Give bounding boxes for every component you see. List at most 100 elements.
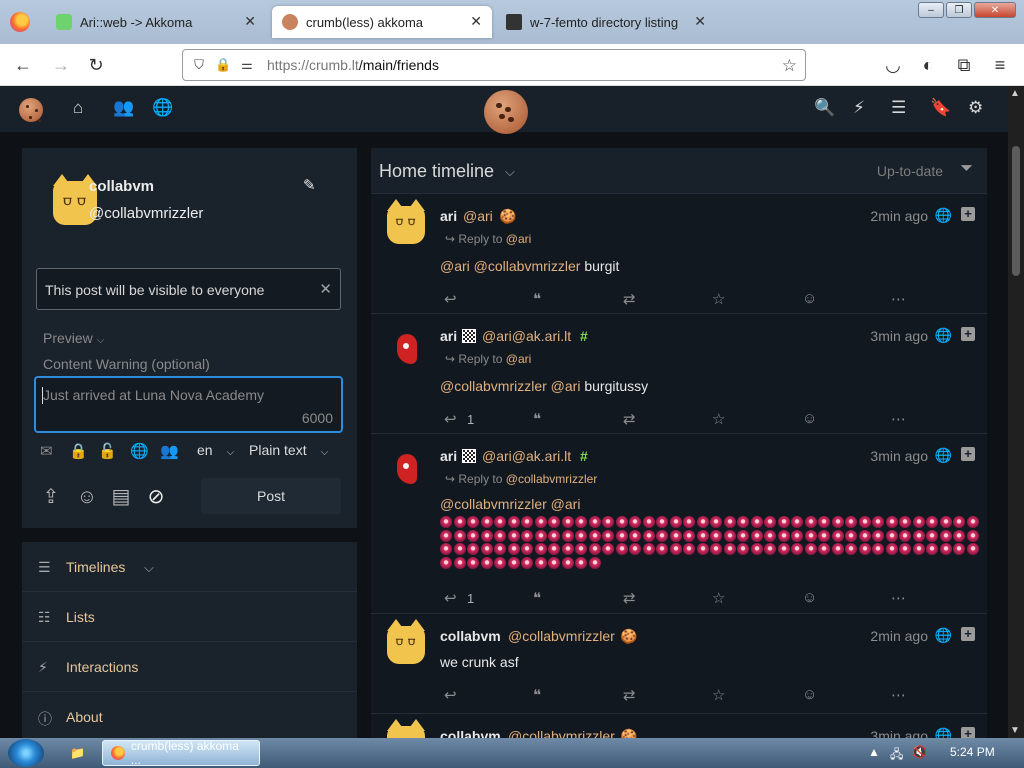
- local-scope-icon[interactable]: 👥: [160, 442, 179, 460]
- scroll-down-icon[interactable]: ▼: [1010, 725, 1020, 736]
- post-author-name[interactable]: ari: [440, 328, 457, 344]
- menu-item-timelines[interactable]: ☰ Timelines ⌵: [22, 542, 357, 592]
- preview-toggle[interactable]: Preview ⌵: [43, 330, 104, 346]
- page-scrollbar[interactable]: ▲ ▼: [1008, 86, 1024, 738]
- chevron-down-icon[interactable]: ⌵: [144, 560, 154, 576]
- post-author-handle[interactable]: @ari@ak.ari.lt: [482, 448, 571, 464]
- explorer-folder-icon[interactable]: 📁: [62, 740, 93, 766]
- forward-icon[interactable]: →: [50, 54, 72, 76]
- menu-item-about[interactable]: ⓘ About: [22, 692, 357, 738]
- react-icon[interactable]: ☺: [802, 410, 817, 427]
- reload-icon[interactable]: ↻: [85, 54, 107, 76]
- react-icon[interactable]: ☺: [802, 686, 817, 703]
- permissions-icon[interactable]: ⚌: [239, 57, 255, 73]
- tab-close-icon[interactable]: ✕: [470, 13, 482, 30]
- tab-close-icon[interactable]: ✕: [244, 13, 256, 30]
- home-icon[interactable]: ⌂: [73, 98, 83, 118]
- language-select[interactable]: en ⌵: [197, 442, 234, 458]
- post-author-name[interactable]: ari: [440, 208, 457, 224]
- post-author-handle[interactable]: @ari: [463, 208, 493, 224]
- search-icon[interactable]: 🔍: [814, 98, 835, 118]
- repeat-icon[interactable]: ⇄: [623, 589, 636, 607]
- extensions-icon[interactable]: ⧉: [953, 54, 975, 76]
- post-author-handle[interactable]: @ari@ak.ari.lt: [482, 328, 571, 344]
- tab-directory-listing[interactable]: w-7-femto directory listing ✕: [496, 6, 716, 38]
- post-author-name[interactable]: collabvm: [440, 728, 501, 738]
- post-time[interactable]: 3min ago: [870, 328, 928, 344]
- sensitive-eye-slash-icon[interactable]: ⊘: [143, 484, 169, 510]
- windows-start-icon[interactable]: [8, 739, 44, 767]
- expand-icon[interactable]: +: [961, 207, 975, 221]
- expand-icon[interactable]: +: [961, 627, 975, 641]
- post-time[interactable]: 3min ago: [870, 448, 928, 464]
- site-logo-icon[interactable]: [484, 90, 528, 134]
- menu-icon[interactable]: ≡: [989, 54, 1011, 76]
- post-time[interactable]: 2min ago: [870, 208, 928, 224]
- pocket-icon[interactable]: ◡: [882, 54, 904, 76]
- more-icon[interactable]: ⋯: [891, 410, 906, 428]
- back-icon[interactable]: ←: [12, 54, 34, 76]
- post-time[interactable]: 2min ago: [870, 628, 928, 644]
- unlisted-scope-icon[interactable]: 🔓: [98, 442, 117, 460]
- emoji-icon[interactable]: ☺: [74, 484, 100, 510]
- tab-crumbless-akkoma[interactable]: crumb(less) akkoma ✕: [272, 6, 492, 38]
- profile-handle[interactable]: @collabvmrizzler: [89, 205, 203, 222]
- tray-expand-icon[interactable]: ▲: [868, 745, 880, 759]
- reply-icon[interactable]: ↩: [444, 410, 457, 428]
- taskbar-firefox-item[interactable]: crumb(less) akkoma ...: [102, 739, 260, 767]
- private-scope-icon[interactable]: 🔒: [69, 442, 88, 460]
- avatar[interactable]: ⩌ ⩌: [387, 199, 425, 244]
- profile-name[interactable]: collabvm: [89, 178, 154, 195]
- timeline-title[interactable]: Home timeline: [379, 161, 494, 182]
- bookmark-star-icon[interactable]: ☆: [782, 56, 797, 76]
- dismiss-icon[interactable]: ✕: [319, 280, 332, 298]
- react-icon[interactable]: ☺: [802, 290, 817, 307]
- url-bar[interactable]: ⛉ 🔒 ⚌ https://crumb.lt/main/friends ☆: [182, 49, 806, 81]
- volume-muted-icon[interactable]: 🔇: [912, 745, 927, 759]
- expand-icon[interactable]: +: [961, 727, 975, 738]
- reply-icon[interactable]: ↩: [444, 686, 457, 704]
- favorite-icon[interactable]: ☆: [712, 589, 725, 607]
- favorite-icon[interactable]: ☆: [712, 686, 725, 704]
- repeat-icon[interactable]: ⇄: [623, 290, 636, 308]
- post-author-name[interactable]: collabvm: [440, 628, 501, 644]
- react-icon[interactable]: ☺: [802, 589, 817, 606]
- favorite-icon[interactable]: ☆: [712, 290, 725, 308]
- scroll-up-icon[interactable]: ▲: [1010, 88, 1020, 99]
- repeat-icon[interactable]: ⇄: [623, 686, 636, 704]
- clock[interactable]: 5:24 PM: [950, 745, 995, 759]
- avatar[interactable]: ⩌ ⩌: [387, 619, 425, 664]
- reply-to[interactable]: ↪ Reply to @ari: [445, 232, 531, 246]
- list-icon[interactable]: ☰: [891, 98, 906, 118]
- globe-icon[interactable]: 🌐: [152, 98, 173, 118]
- reply-to[interactable]: ↪ Reply to @collabvmrizzler: [445, 472, 597, 486]
- menu-item-lists[interactable]: ☷ Lists: [22, 592, 357, 642]
- public-scope-icon[interactable]: 🌐: [130, 442, 149, 460]
- tab-ari-web[interactable]: Ari::web -> Akkoma ✕: [46, 6, 266, 38]
- bookmark-icon[interactable]: 🔖: [930, 98, 951, 118]
- tab-close-icon[interactable]: ✕: [694, 13, 706, 30]
- avatar[interactable]: [387, 329, 427, 369]
- format-select[interactable]: Plain text ⌵: [249, 442, 328, 458]
- content-warning-input[interactable]: Content Warning (optional): [43, 356, 210, 372]
- lock-icon[interactable]: 🔒: [215, 57, 231, 73]
- favorite-icon[interactable]: ☆: [712, 410, 725, 428]
- reply-icon[interactable]: ↩: [444, 290, 457, 308]
- status-textarea[interactable]: Just arrived at Luna Nova Academy 6000: [34, 376, 343, 433]
- more-icon[interactable]: ⋯: [891, 686, 906, 704]
- firefox-logo-icon[interactable]: [10, 12, 30, 32]
- gear-icon[interactable]: ⚙: [968, 98, 983, 118]
- close-window-button[interactable]: ✕: [974, 2, 1016, 18]
- avatar[interactable]: [387, 449, 427, 489]
- more-icon[interactable]: ⋯: [891, 589, 906, 607]
- post-time[interactable]: 3min ago: [870, 728, 928, 738]
- menu-item-interactions[interactable]: ⚡ Interactions: [22, 642, 357, 692]
- more-icon[interactable]: ⋯: [891, 290, 906, 308]
- expand-icon[interactable]: +: [961, 447, 975, 461]
- quote-icon[interactable]: ❝: [533, 290, 541, 308]
- chevron-down-icon[interactable]: ⌵: [505, 164, 515, 180]
- scroll-thumb[interactable]: [1012, 146, 1020, 276]
- post-author-handle[interactable]: @collabvmrizzler: [508, 728, 615, 738]
- account-icon[interactable]: ◐: [917, 54, 939, 76]
- avatar[interactable]: ⩌ ⩌: [387, 719, 425, 738]
